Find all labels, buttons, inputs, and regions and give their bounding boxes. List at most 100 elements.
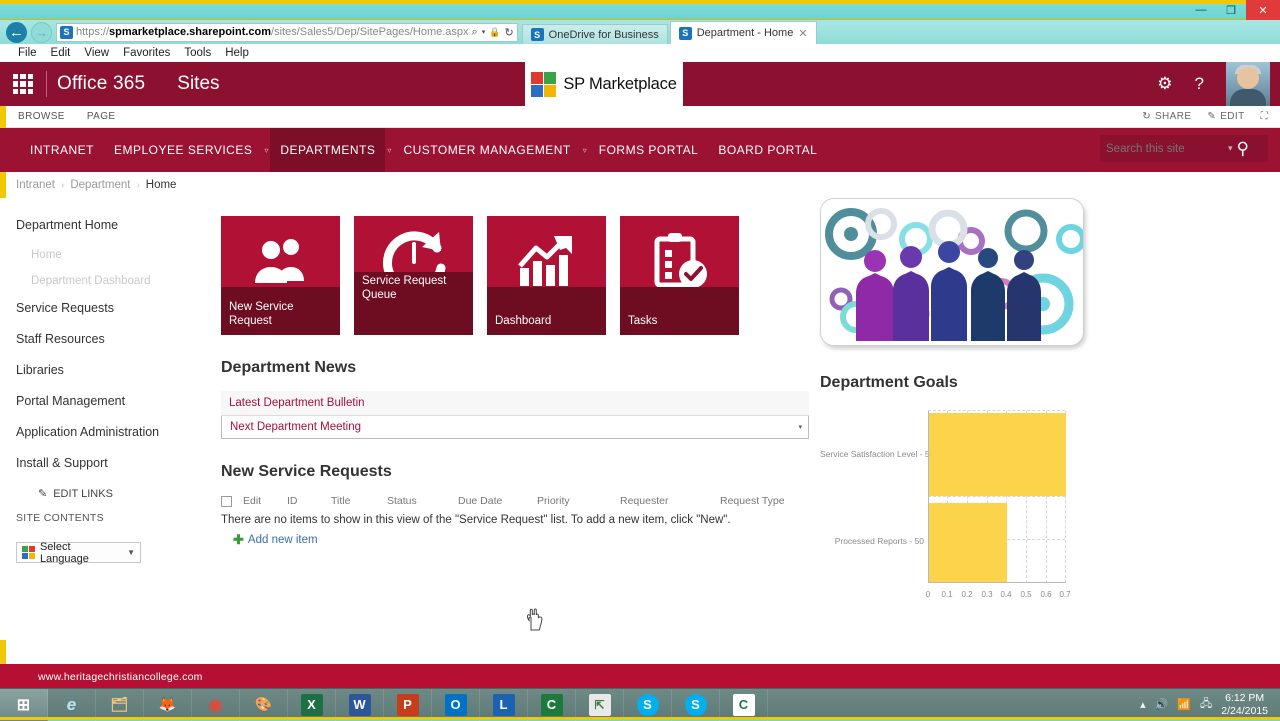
nav-item-board-portal[interactable]: BOARD PORTAL [708, 143, 827, 157]
column-edit[interactable]: Edit [243, 495, 287, 507]
breadcrumb-intranet[interactable]: Intranet [16, 179, 55, 191]
search-icon[interactable]: ⚲ [1237, 139, 1249, 159]
add-new-item-button[interactable]: ✚ Add new item [221, 532, 821, 548]
menu-tools[interactable]: Tools [184, 47, 211, 59]
chevron-down-icon[interactable]: ▿ [262, 146, 270, 155]
back-button[interactable]: ← [6, 22, 27, 43]
chevron-down-icon[interactable]: ▾ [798, 423, 802, 431]
sidebar-item-service-requests[interactable]: Service Requests [16, 301, 205, 315]
tile-service-request-queue[interactable]: Service Request Queue [354, 216, 473, 335]
share-button[interactable]: ↻ SHARE [1142, 111, 1191, 122]
close-button[interactable]: ✕ [1246, 0, 1280, 20]
nav-item-forms-portal[interactable]: FORMS PORTAL [589, 143, 709, 157]
tile-tasks[interactable]: Tasks [620, 216, 739, 335]
address-bar[interactable]: S https://spmarketplace.sharepoint.com/s… [56, 23, 518, 42]
paint-icon[interactable]: 🎨 [240, 689, 288, 721]
chevron-down-icon[interactable]: ▾ [482, 28, 486, 36]
tab-department-home[interactable]: S Department - Home ✕ [670, 21, 817, 44]
sp-marketplace-logo[interactable]: SP Marketplace [525, 62, 683, 106]
tile-new-service-request[interactable]: New Service Request [221, 216, 340, 335]
breadcrumb-department[interactable]: Department [70, 179, 130, 191]
tab-onedrive-for-business[interactable]: S OneDrive for Business [522, 24, 668, 44]
select-all-checkbox[interactable] [221, 496, 243, 507]
start-button[interactable]: ⊞ [0, 689, 48, 721]
menu-favorites[interactable]: Favorites [123, 47, 170, 59]
internet-explorer-icon[interactable]: e [48, 689, 96, 721]
menu-view[interactable]: View [84, 47, 109, 59]
forward-button[interactable]: → [31, 22, 52, 43]
focus-on-content-icon[interactable]: ⛶ [1261, 111, 1268, 122]
firefox-icon[interactable]: 🦊 [144, 689, 192, 721]
column-request-type[interactable]: Request Type [720, 495, 785, 507]
column-requester[interactable]: Requester [620, 495, 720, 507]
select-language-dropdown[interactable]: Select Language ▼ [16, 542, 141, 563]
site-contents-link[interactable]: SITE CONTENTS [16, 512, 205, 524]
search-input[interactable] [1106, 143, 1224, 155]
camtasia-studio-icon[interactable]: C [720, 689, 768, 721]
clock[interactable]: 6:12 PM 2/24/2015 [1221, 692, 1272, 718]
avatar[interactable] [1226, 62, 1270, 106]
lan-icon[interactable]: 🖧 [1200, 695, 1212, 714]
column-priority[interactable]: Priority [537, 495, 620, 507]
skype-business-icon[interactable]: S [672, 689, 720, 721]
menu-help[interactable]: Help [225, 47, 249, 59]
show-hidden-icons-icon[interactable]: ▴ [1140, 698, 1146, 711]
nav-item-customer-management[interactable]: CUSTOMER MANAGEMENT [393, 143, 580, 157]
sidebar-item-portal-management[interactable]: Portal Management [16, 394, 205, 408]
volume-icon[interactable]: 🔊 [1155, 698, 1169, 711]
lync-icon[interactable]: L [480, 689, 528, 721]
refresh-icon[interactable]: ↻ [504, 26, 513, 39]
sidebar-item-staff-resources[interactable]: Staff Resources [16, 332, 205, 346]
chevron-down-icon[interactable]: ▿ [385, 146, 393, 155]
ribbon-tab-page[interactable]: PAGE [87, 111, 116, 122]
column-status[interactable]: Status [387, 495, 458, 507]
column-due-date[interactable]: Due Date [458, 495, 537, 507]
onedrive-favicon-icon: S [531, 28, 544, 41]
minimize-button[interactable]: — [1186, 0, 1216, 20]
network-icon[interactable]: 📶 [1177, 698, 1191, 711]
column-title[interactable]: Title [331, 495, 387, 507]
office365-label[interactable]: Office 365 [57, 73, 145, 95]
nav-item-intranet[interactable]: INTRANET [20, 143, 104, 157]
sidebar-item-application-administration[interactable]: Application Administration [16, 425, 205, 439]
news-item-next-department-meeting[interactable]: Next Department Meeting ▾ [221, 416, 809, 439]
restore-button[interactable]: ❐ [1216, 0, 1246, 20]
edit-links-button[interactable]: ✎ EDIT LINKS [38, 487, 205, 500]
empty-state-message: There are no items to show in this view … [221, 514, 821, 526]
brand-label: SP Marketplace [563, 75, 676, 94]
word-icon[interactable]: W [336, 689, 384, 721]
nav-item-employee-services[interactable]: EMPLOYEE SERVICES [104, 143, 262, 157]
sidebar-item-department-home[interactable]: Department Home [16, 218, 205, 232]
news-item-latest-department-bulletin[interactable]: Latest Department Bulletin [221, 391, 809, 416]
snagit-icon[interactable]: ⇱ [576, 689, 624, 721]
sidebar-item-department-dashboard[interactable]: Department Dashboard [31, 275, 205, 287]
edit-button[interactable]: ✎ EDIT [1207, 111, 1244, 122]
sidebar-item-home[interactable]: Home [31, 249, 205, 261]
chevron-down-icon[interactable]: ▿ [581, 146, 589, 155]
skype-icon[interactable]: S [624, 689, 672, 721]
sites-label[interactable]: Sites [177, 73, 219, 95]
close-tab-icon[interactable]: ✕ [798, 27, 807, 40]
browser-menu-bar: File Edit View Favorites Tools Help [0, 44, 1280, 62]
sidebar-item-install-and-support[interactable]: Install & Support [16, 456, 205, 470]
camtasia-icon[interactable]: C [528, 689, 576, 721]
file-explorer-icon[interactable]: 🗂 [96, 689, 144, 721]
search-icon[interactable]: ⌕ [472, 26, 478, 39]
powerpoint-icon[interactable]: P [384, 689, 432, 721]
sidebar-item-libraries[interactable]: Libraries [16, 363, 205, 377]
nav-item-departments[interactable]: DEPARTMENTS [270, 128, 385, 172]
help-icon[interactable]: ? [1195, 74, 1204, 94]
desktop-background: — ❐ ✕ ← → S https://spmarketplace.sharep… [0, 0, 1280, 720]
chrome-icon[interactable]: ◉ [192, 689, 240, 721]
menu-file[interactable]: File [18, 47, 37, 59]
column-id[interactable]: ID [287, 495, 331, 507]
ribbon-tab-browse[interactable]: BROWSE [18, 111, 65, 122]
menu-edit[interactable]: Edit [51, 47, 71, 59]
outlook-icon[interactable]: O [432, 689, 480, 721]
excel-icon[interactable]: X [288, 689, 336, 721]
tile-dashboard[interactable]: Dashboard [487, 216, 606, 335]
site-search-box[interactable]: ▾ ⚲ [1100, 135, 1268, 162]
chevron-down-icon[interactable]: ▾ [1228, 143, 1233, 154]
app-launcher-icon[interactable] [8, 69, 38, 99]
gear-icon[interactable]: ⚙ [1157, 74, 1172, 94]
